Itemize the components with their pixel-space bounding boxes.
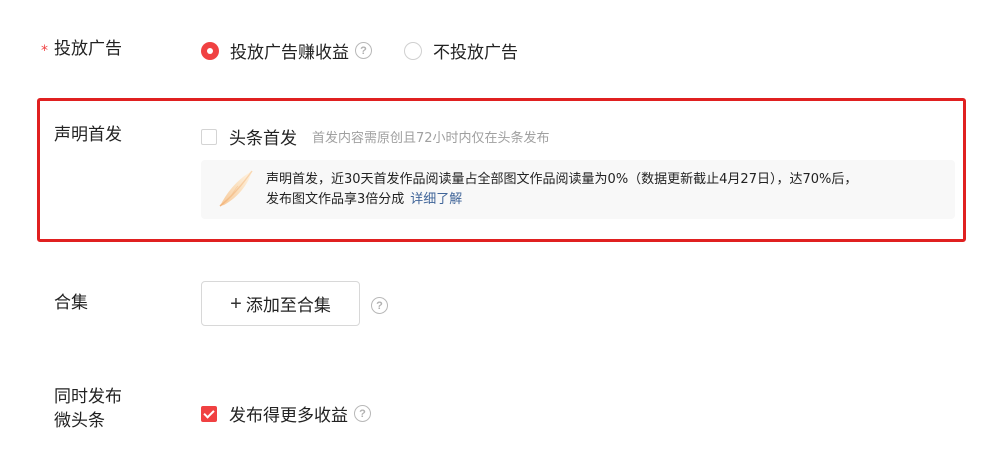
collection-label: 合集 [54, 293, 88, 313]
notice-text: 声明首发，近30天首发作品阅读量占全部图文作品阅读量为0%（数据更新截止4月27… [266, 170, 857, 210]
notice-line-2-wrap: 发布图文作品享3倍分成 详细了解 [266, 190, 857, 210]
first-publish-notice: 声明首发，近30天首发作品阅读量占全部图文作品阅读量为0%（数据更新截止4月27… [201, 160, 955, 219]
radio-unchecked-icon[interactable] [404, 41, 422, 60]
ads-label: 投放广告 [54, 39, 122, 59]
micro-label-line-2: 微头条 [54, 411, 105, 431]
feather-icon [219, 170, 253, 207]
micro-publish-row: 发布得更多收益 ? [201, 401, 371, 426]
learn-more-link[interactable]: 详细了解 [410, 192, 462, 207]
micro-label-line-1: 同时发布 [54, 387, 122, 407]
plus-icon: + [230, 292, 242, 315]
radio-label-ads-earn: 投放广告赚收益 [230, 43, 349, 63]
question-circle-icon[interactable]: ? [354, 405, 371, 422]
micro-publish-label[interactable]: 发布得更多收益 [229, 401, 348, 426]
radio-checked-icon[interactable] [201, 41, 219, 60]
first-publish-row: 头条首发 首发内容需原创且72小时内仅在头条发布 [201, 124, 550, 149]
declare-first-label: 声明首发 [54, 125, 122, 145]
add-to-collection-button[interactable]: + 添加至合集 [201, 281, 360, 326]
first-publish-checkbox[interactable] [201, 128, 217, 145]
first-publish-label[interactable]: 头条首发 [229, 124, 297, 149]
question-circle-icon[interactable]: ? [371, 297, 388, 314]
radio-option-no-ads[interactable]: 不投放广告 [404, 38, 518, 63]
required-asterisk: * [41, 43, 48, 59]
question-circle-icon[interactable]: ? [355, 42, 372, 59]
notice-line-1: 声明首发，近30天首发作品阅读量占全部图文作品阅读量为0%（数据更新截止4月27… [266, 172, 858, 187]
radio-label-no-ads: 不投放广告 [433, 43, 518, 63]
ads-radio-group: 投放广告赚收益 ? 不投放广告 [201, 38, 518, 63]
add-to-collection-label: 添加至合集 [245, 296, 331, 316]
notice-line-2: 发布图文作品享3倍分成 [266, 192, 405, 207]
radio-option-ads-earn[interactable]: 投放广告赚收益 [201, 38, 349, 63]
micro-publish-checkbox[interactable] [201, 405, 217, 422]
first-publish-hint: 首发内容需原创且72小时内仅在头条发布 [312, 131, 550, 146]
